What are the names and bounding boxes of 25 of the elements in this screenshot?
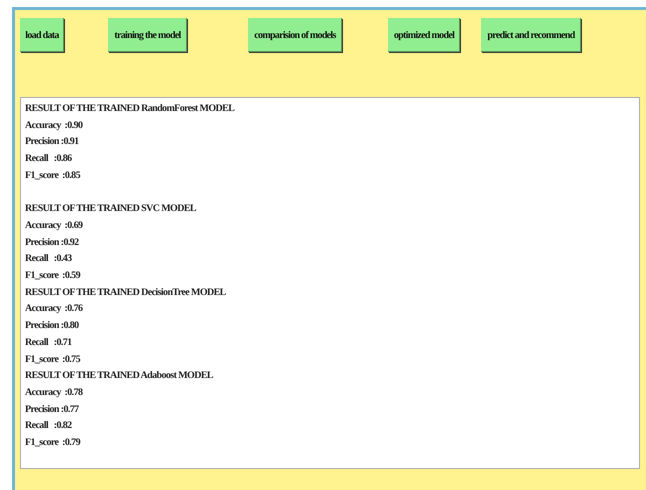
metric-line: Accuracy :0.90 <box>25 118 82 133</box>
result-heading: RESULT OF THE TRAINED RandomForest MODEL <box>25 102 234 116</box>
metric-line: Precision :0.80 <box>25 319 79 334</box>
action-button[interactable]: load data <box>20 18 64 52</box>
result-heading: RESULT OF THE TRAINED SVC MODEL <box>25 202 196 216</box>
action-button[interactable]: optimized model <box>388 18 460 52</box>
metric-line: Precision :0.92 <box>25 236 79 250</box>
metric-line: Accuracy :0.78 <box>25 386 82 400</box>
metric-line: Accuracy :0.76 <box>25 302 82 316</box>
result-heading: RESULT OF THE TRAINED DecisionTree MODEL <box>25 286 226 300</box>
metric-line: F1_score :0.79 <box>25 436 80 450</box>
action-button[interactable]: predict and recommend <box>481 18 581 52</box>
action-button[interactable]: training the model <box>108 18 187 52</box>
action-button[interactable]: comparision of models <box>248 18 342 52</box>
metric-line: Precision :0.91 <box>25 135 79 150</box>
metric-line: Recall :0.71 <box>25 336 72 350</box>
metric-line: Recall :0.43 <box>25 252 72 266</box>
metric-line: Recall :0.82 <box>25 419 72 434</box>
metric-line: Recall :0.86 <box>25 152 72 166</box>
metric-line: F1_score :0.85 <box>25 168 80 183</box>
metric-line: F1_score :0.75 <box>25 352 80 367</box>
result-heading: RESULT OF THE TRAINED Adaboost MODEL <box>25 369 213 384</box>
metric-line: F1_score :0.59 <box>25 269 80 284</box>
metric-line: Precision :0.77 <box>25 402 79 417</box>
metric-line: Accuracy :0.69 <box>25 218 82 233</box>
